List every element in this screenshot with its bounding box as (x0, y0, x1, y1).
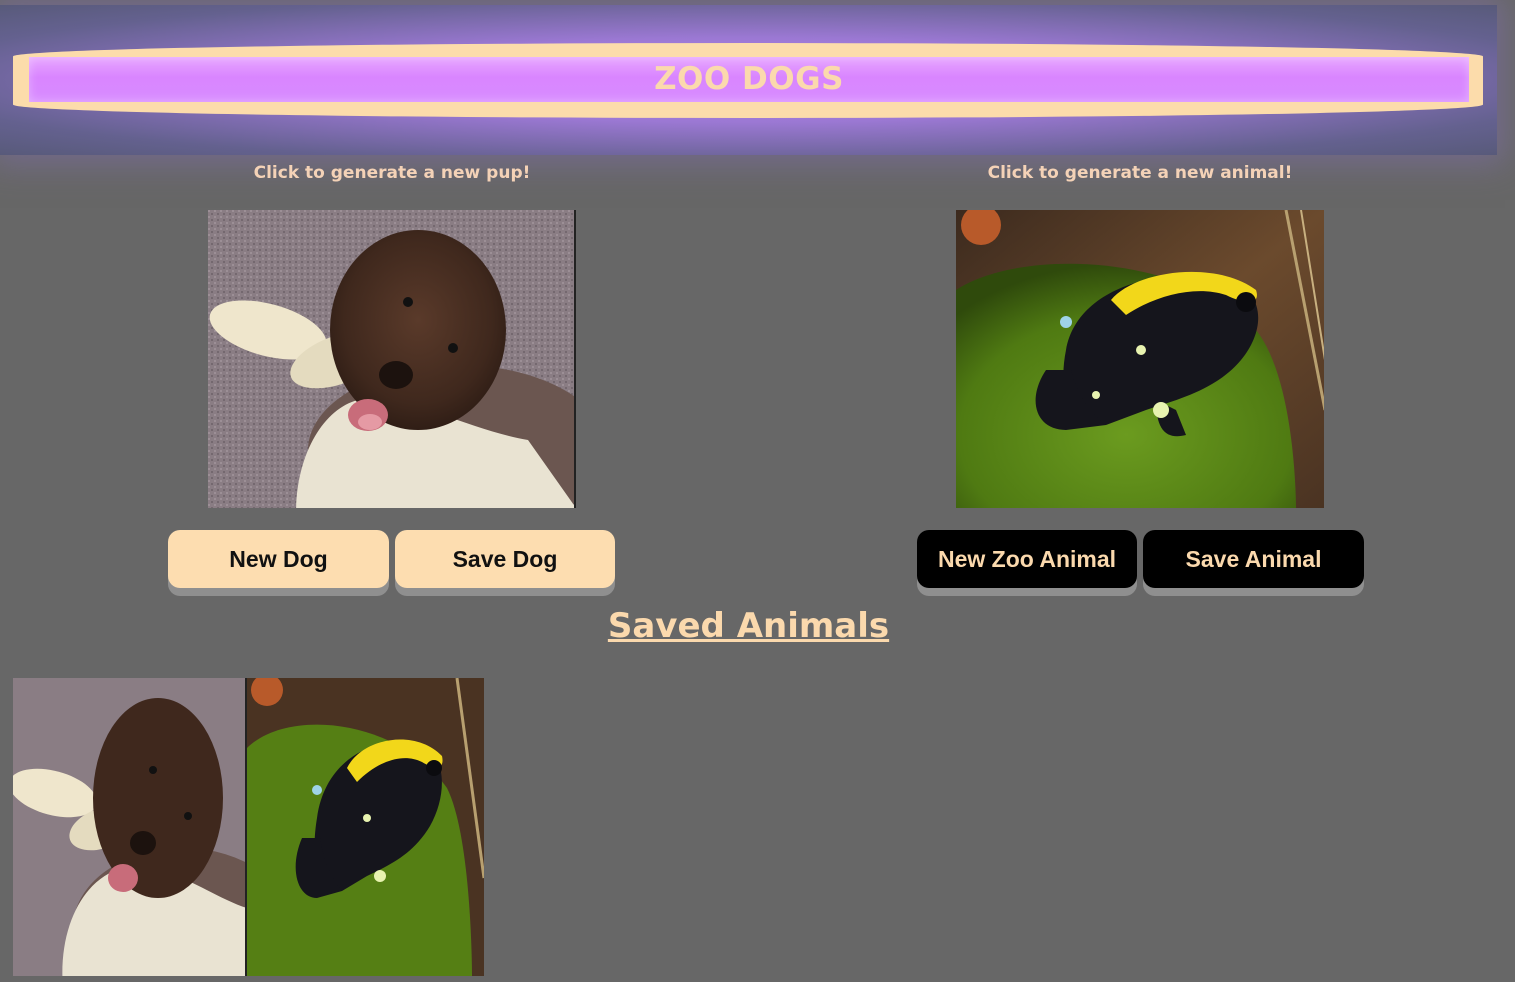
save-dog-button[interactable]: Save Dog (395, 530, 615, 588)
dog-image (208, 210, 576, 508)
save-animal-button[interactable]: Save Animal (1143, 530, 1364, 588)
page-title: ZOO DOGS (654, 61, 844, 97)
saved-animals-heading: Saved Animals (607, 606, 890, 646)
saved-item-frog[interactable] (247, 678, 484, 976)
saved-item-dog[interactable] (13, 678, 247, 976)
animal-image (956, 210, 1324, 508)
page: ZOO DOGS Click to generate a new pup! Ne… (0, 0, 1515, 982)
new-zoo-animal-button[interactable]: New Zoo Animal (917, 530, 1137, 588)
animal-caption: Click to generate a new animal! (987, 163, 1293, 183)
dog-illustration (208, 210, 576, 508)
saved-animals-list (13, 678, 484, 976)
new-dog-button[interactable]: New Dog (168, 530, 389, 588)
dog-caption: Click to generate a new pup! (253, 163, 531, 183)
frog-illustration (956, 210, 1324, 508)
